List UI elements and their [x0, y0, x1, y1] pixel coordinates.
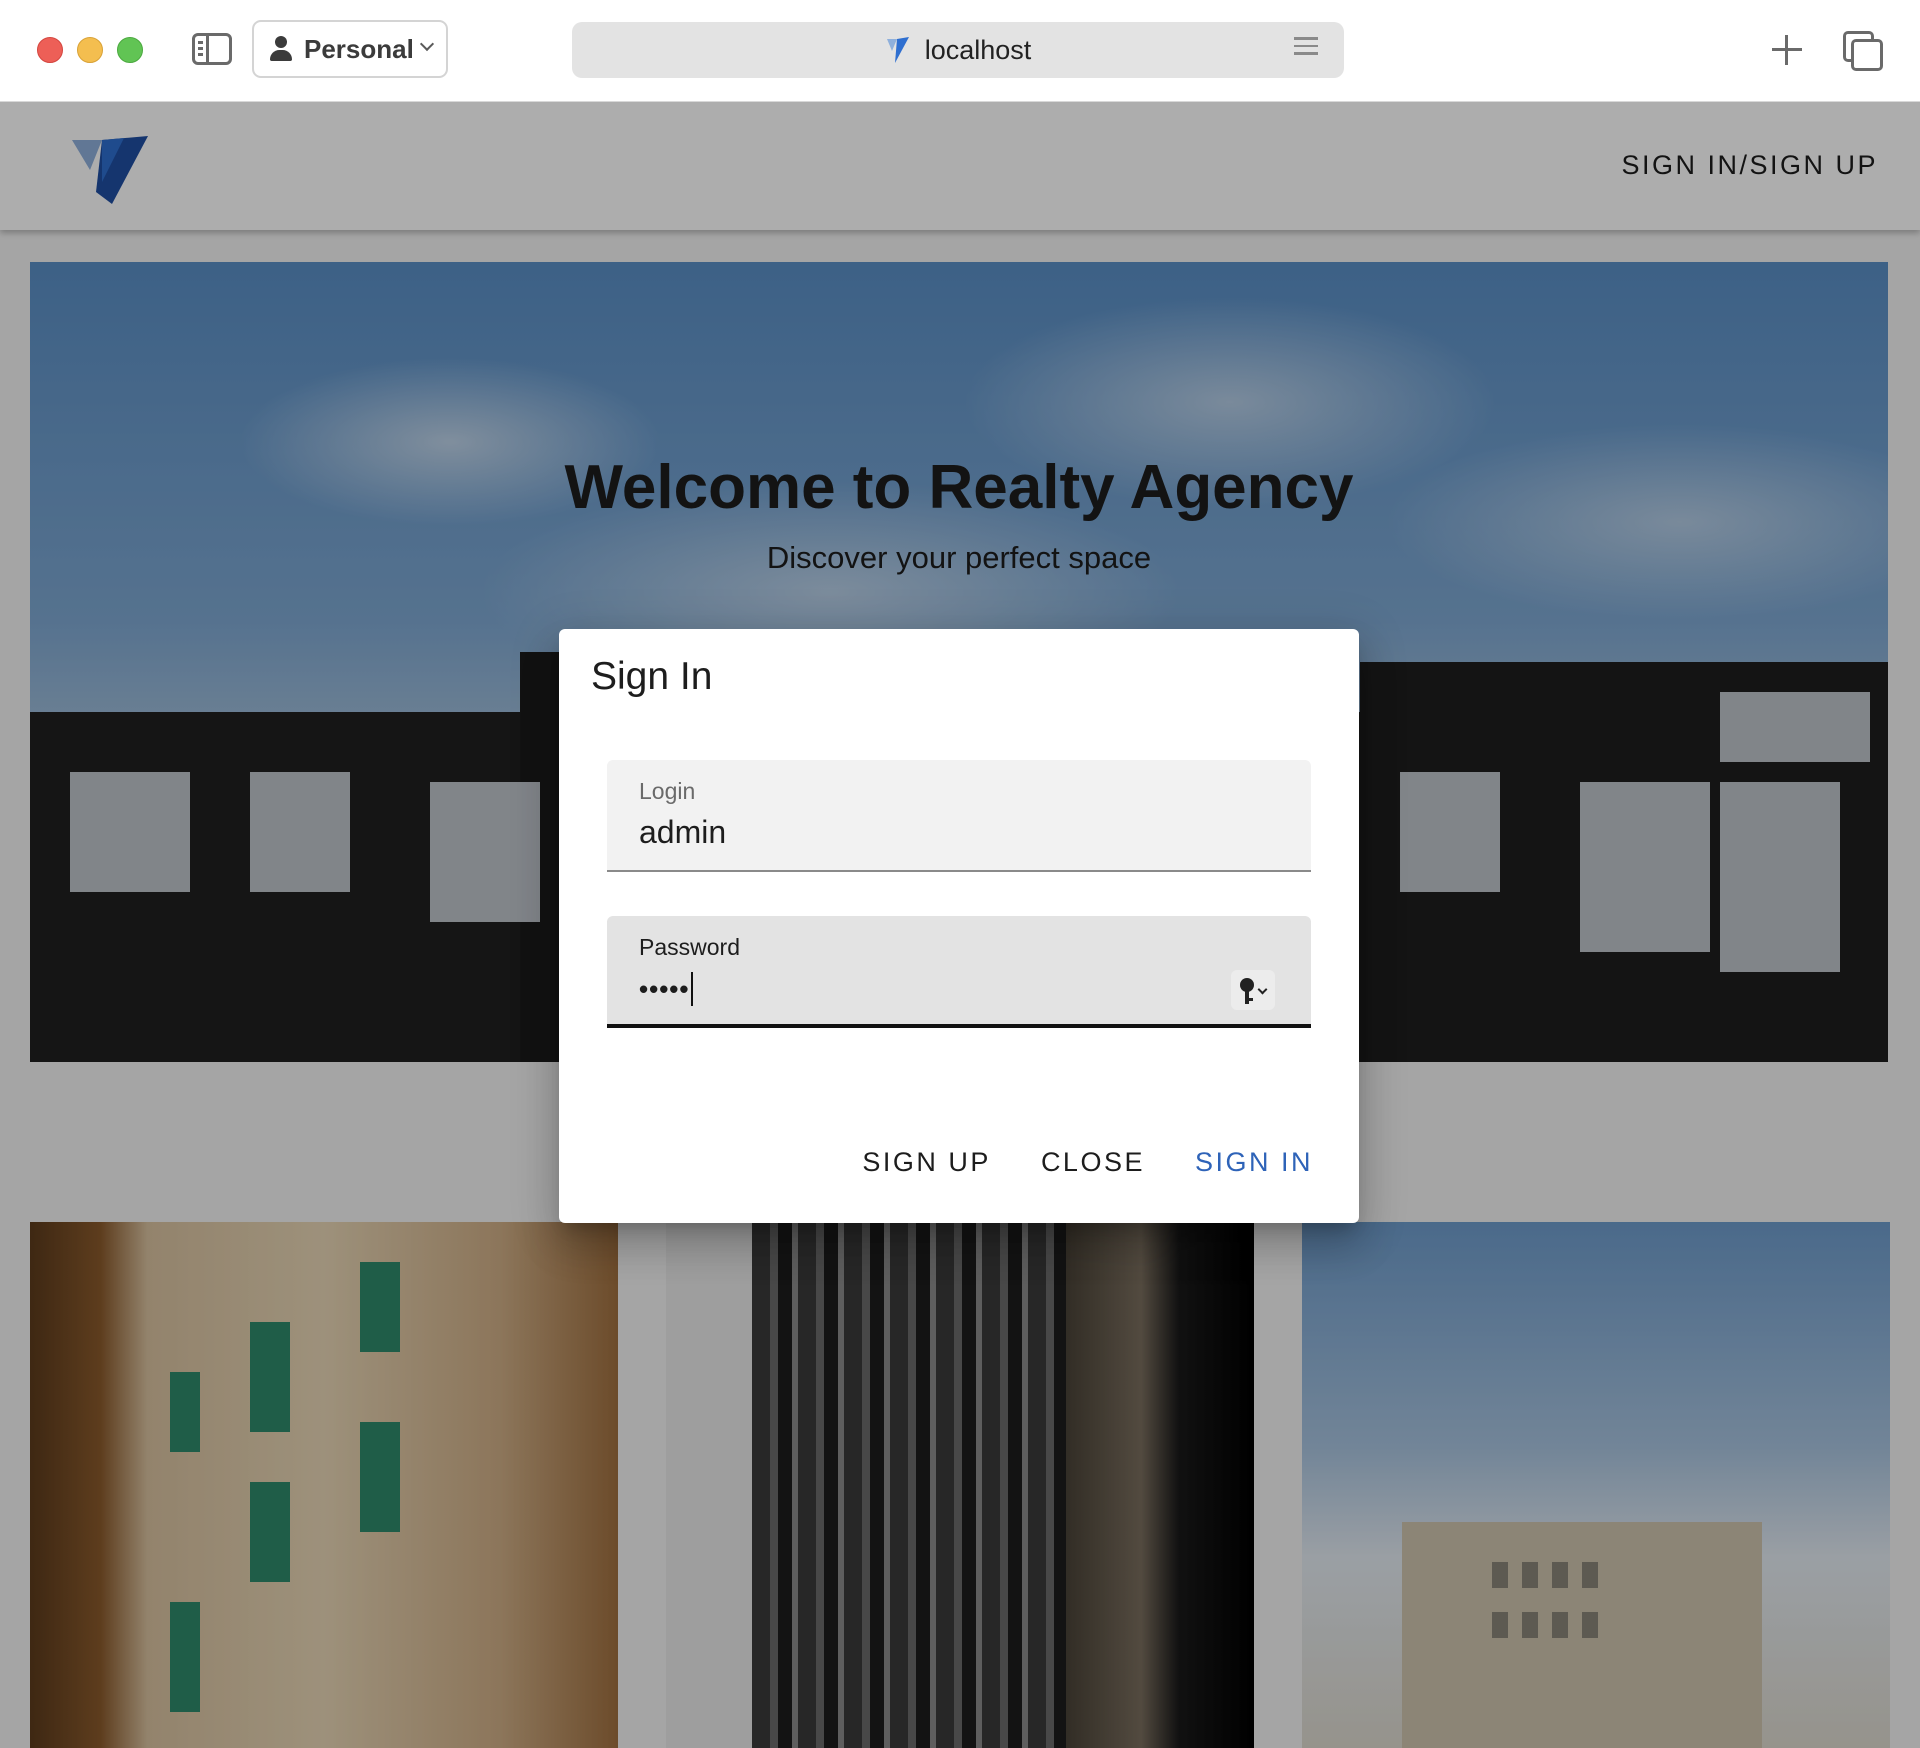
- new-tab-icon[interactable]: [1770, 33, 1804, 67]
- profile-switcher[interactable]: Personal: [252, 20, 448, 78]
- address-bar[interactable]: localhost: [572, 22, 1344, 78]
- close-button[interactable]: CLOSE: [1025, 1137, 1161, 1188]
- zoom-window-button[interactable]: [117, 37, 143, 63]
- login-input[interactable]: [639, 812, 1239, 852]
- password-masked-value: •••••: [639, 974, 690, 1004]
- tab-overview-icon[interactable]: [1843, 31, 1883, 71]
- sign-in-dialog: Sign In Login Password ••••• SIGN UP CLO…: [559, 629, 1359, 1223]
- dialog-title: Sign In: [591, 655, 713, 698]
- login-field[interactable]: Login: [607, 760, 1311, 872]
- password-label: Password: [639, 934, 740, 960]
- sign-up-button[interactable]: SIGN UP: [846, 1137, 1007, 1188]
- login-label: Login: [639, 778, 696, 804]
- minimize-window-button[interactable]: [77, 37, 103, 63]
- chevron-down-icon: [1257, 984, 1268, 995]
- browser-toolbar: Personal localhost: [0, 0, 1920, 102]
- chevron-down-icon: [419, 36, 435, 52]
- site-favicon-icon: [886, 37, 909, 63]
- reader-mode-icon[interactable]: [1294, 37, 1318, 65]
- sign-in-button[interactable]: SIGN IN: [1179, 1137, 1329, 1188]
- password-input[interactable]: •••••: [639, 972, 694, 1006]
- page-viewport: SIGN IN/SIGN UP Welcome to Realty Agency…: [0, 102, 1920, 1748]
- key-icon: [1245, 988, 1249, 1004]
- person-icon: [270, 36, 292, 62]
- sidebar-toggle-icon[interactable]: [192, 33, 232, 65]
- profile-label: Personal: [304, 33, 414, 64]
- text-caret: [690, 972, 694, 1006]
- url-text: localhost: [924, 34, 1032, 65]
- key-icon: [1249, 998, 1253, 1001]
- dialog-actions: SIGN UP CLOSE SIGN IN: [846, 1137, 1329, 1188]
- close-window-button[interactable]: [37, 37, 63, 63]
- password-field[interactable]: Password •••••: [607, 916, 1311, 1028]
- password-autofill-button[interactable]: [1231, 970, 1275, 1010]
